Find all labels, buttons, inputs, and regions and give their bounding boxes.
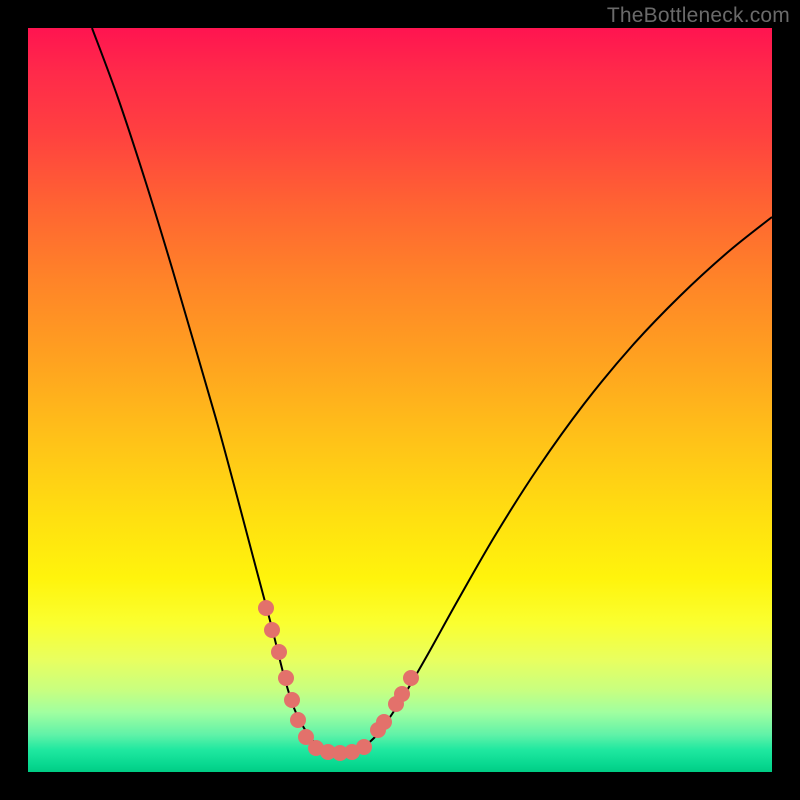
highlight-dot bbox=[356, 739, 372, 755]
highlight-dot bbox=[258, 600, 274, 616]
highlight-dot bbox=[278, 670, 294, 686]
highlight-dot bbox=[376, 714, 392, 730]
highlight-dot bbox=[290, 712, 306, 728]
highlight-dot bbox=[264, 622, 280, 638]
highlight-dots-group bbox=[258, 600, 419, 761]
highlight-dot bbox=[271, 644, 287, 660]
highlight-dot bbox=[394, 686, 410, 702]
highlight-dot bbox=[284, 692, 300, 708]
watermark-text: TheBottleneck.com bbox=[607, 4, 790, 28]
highlight-dot bbox=[403, 670, 419, 686]
plot-area bbox=[28, 28, 772, 772]
bottleneck-curve bbox=[92, 28, 772, 753]
chart-frame: TheBottleneck.com bbox=[0, 0, 800, 800]
chart-svg bbox=[28, 28, 772, 772]
